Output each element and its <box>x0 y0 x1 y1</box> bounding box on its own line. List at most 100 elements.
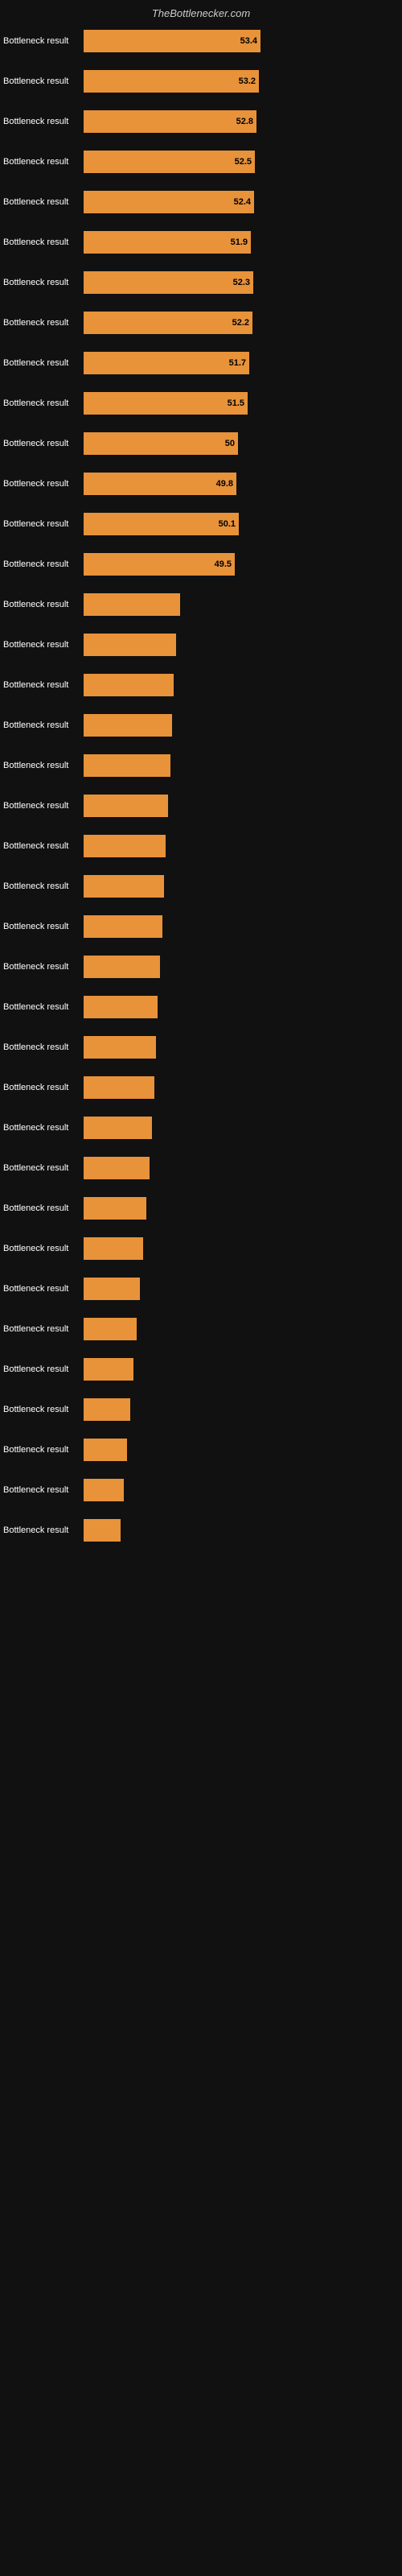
bar-fill: 52.5 <box>84 151 255 173</box>
bar-label: Bottleneck result <box>3 278 84 287</box>
bar-row: Bottleneck result <box>0 1315 402 1343</box>
bar-row: Bottleneck result <box>0 671 402 699</box>
bar-label: Bottleneck result <box>3 1042 84 1052</box>
bar-label: Bottleneck result <box>3 1485 84 1495</box>
bar-row: Bottleneck result <box>0 1275 402 1302</box>
bar-label: Bottleneck result <box>3 318 84 328</box>
bar-value: 49.8 <box>216 479 233 489</box>
bar-fill <box>84 996 158 1018</box>
bar-row: Bottleneck result 49.8 <box>0 470 402 497</box>
bar-row: Bottleneck result <box>0 993 402 1021</box>
bar-label: Bottleneck result <box>3 922 84 931</box>
bar-value: 49.5 <box>215 559 232 569</box>
bar-value: 52.8 <box>236 117 253 126</box>
bar-fill <box>84 795 168 817</box>
bar-fill: 52.3 <box>84 271 253 294</box>
bar-row: Bottleneck result <box>0 752 402 779</box>
bar-fill: 51.7 <box>84 352 249 374</box>
bar-row: Bottleneck result <box>0 873 402 900</box>
bar-fill <box>84 1519 121 1542</box>
bar-value: 51.9 <box>231 237 248 247</box>
bar-label: Bottleneck result <box>3 1203 84 1213</box>
bar-value: 50 <box>225 439 235 448</box>
bar-label: Bottleneck result <box>3 640 84 650</box>
bar-fill: 51.9 <box>84 231 251 254</box>
bar-row: Bottleneck result53.2 <box>0 68 402 95</box>
bar-label: Bottleneck result <box>3 600 84 609</box>
bar-row: Bottleneck result 49.5 <box>0 551 402 578</box>
bar-label: Bottleneck result <box>3 841 84 851</box>
bar-row: Bottleneck result52.5 <box>0 148 402 175</box>
bar-fill: 49.5 <box>84 553 235 576</box>
bar-label: Bottleneck result <box>3 1002 84 1012</box>
bar-row: Bottleneck result 51.9 <box>0 229 402 256</box>
bar-fill: 53.2 <box>84 70 259 93</box>
bar-value: 52.3 <box>233 278 250 287</box>
header: TheBottlenecker.com <box>0 0 402 24</box>
bar-fill: 50 <box>84 432 238 455</box>
bar-row: Bottleneck result <box>0 1356 402 1383</box>
bar-label: Bottleneck result <box>3 881 84 891</box>
bar-label: Bottleneck result <box>3 237 84 247</box>
bar-row: Bottleneck result <box>0 1235 402 1262</box>
bar-label: Bottleneck result <box>3 801 84 811</box>
bar-fill <box>84 1197 146 1220</box>
bar-fill <box>84 1278 140 1300</box>
bar-row: Bottleneck result <box>0 832 402 860</box>
bar-fill: 49.8 <box>84 473 236 495</box>
bar-fill: 53.4 <box>84 30 260 52</box>
bar-value: 52.4 <box>234 197 251 207</box>
bar-value: 51.7 <box>229 358 246 368</box>
bar-fill <box>84 835 166 857</box>
bar-label: Bottleneck result <box>3 358 84 368</box>
bar-fill <box>84 1358 133 1381</box>
bar-fill <box>84 1157 150 1179</box>
bar-fill: 50.1 <box>84 513 239 535</box>
bar-label: Bottleneck result <box>3 1163 84 1173</box>
bar-fill <box>84 754 170 777</box>
bar-fill: 52.2 <box>84 312 252 334</box>
bar-fill <box>84 634 176 656</box>
bar-row: Bottleneck result <box>0 712 402 739</box>
bar-fill <box>84 1398 130 1421</box>
bar-value: 52.2 <box>232 318 249 328</box>
bar-fill <box>84 1439 127 1461</box>
bar-label: Bottleneck result <box>3 962 84 972</box>
bar-row: Bottleneck result <box>0 631 402 658</box>
bar-label: Bottleneck result <box>3 479 84 489</box>
bar-fill <box>84 593 180 616</box>
bar-value: 50.1 <box>219 519 236 529</box>
bar-fill <box>84 875 164 898</box>
bar-row: Bottleneck result 52.2 <box>0 309 402 336</box>
bar-fill <box>84 674 174 696</box>
bar-row: Bottleneck result <box>0 1436 402 1463</box>
bar-label: Bottleneck result <box>3 1244 84 1253</box>
bar-row: Bottleneck result 52.4 <box>0 188 402 216</box>
bar-label: Bottleneck result <box>3 720 84 730</box>
bar-row: Bottleneck result <box>0 1114 402 1141</box>
bar-row: Bottleneck result 52.3 <box>0 269 402 296</box>
bar-label: Bottleneck result <box>3 439 84 448</box>
bar-fill <box>84 1479 124 1501</box>
bar-label: Bottleneck result <box>3 559 84 569</box>
bar-row: Bottleneck result <box>0 792 402 819</box>
bar-label: Bottleneck result <box>3 519 84 529</box>
bar-value: 53.2 <box>239 76 256 86</box>
bar-row: Bottleneck result52.8 <box>0 108 402 135</box>
bar-row: Bottleneck result <box>0 953 402 980</box>
bar-fill <box>84 1076 154 1099</box>
bar-fill <box>84 915 162 938</box>
bar-label: Bottleneck result <box>3 1123 84 1133</box>
bars-container: Bottleneck result53.4Bottleneck result53… <box>0 27 402 1554</box>
bar-fill <box>84 1237 143 1260</box>
site-title: TheBottlenecker.com <box>152 7 250 19</box>
bar-label: Bottleneck result <box>3 36 84 46</box>
bar-fill <box>84 1036 156 1059</box>
bar-value: 53.4 <box>240 36 257 46</box>
bar-label: Bottleneck result <box>3 197 84 207</box>
bar-label: Bottleneck result <box>3 157 84 167</box>
bar-label: Bottleneck result <box>3 1284 84 1294</box>
bar-value: 51.5 <box>228 398 244 408</box>
bar-label: Bottleneck result <box>3 1364 84 1374</box>
bar-row: Bottleneck result <box>0 1154 402 1182</box>
